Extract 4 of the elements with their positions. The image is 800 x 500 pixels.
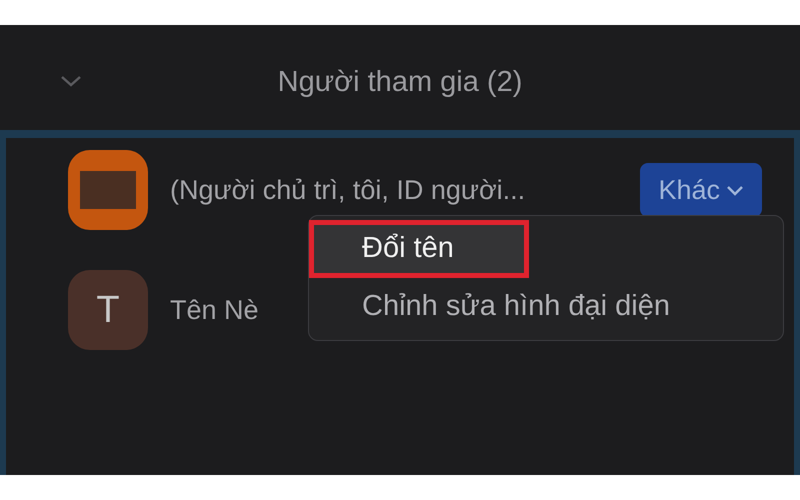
participant-name: Tên Nè	[170, 294, 259, 327]
avatar: T	[68, 270, 148, 350]
participant-name: (Người chủ trì, tôi, ID người...	[170, 174, 526, 207]
panel-title: Người tham gia (2)	[278, 64, 522, 100]
